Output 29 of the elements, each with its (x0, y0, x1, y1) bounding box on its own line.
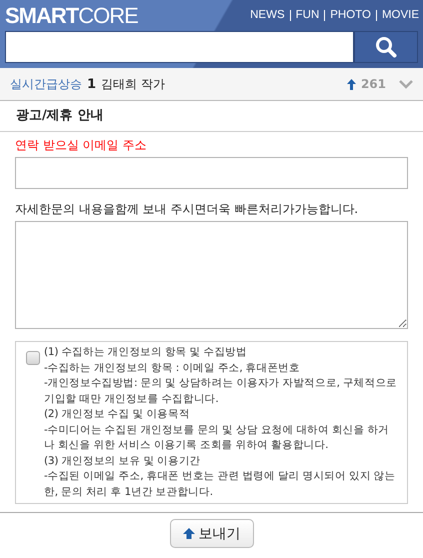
field-label: 연락 받으실 이메일 주소 (15, 137, 148, 154)
up-arrow-icon (346, 78, 356, 90)
consent-text: -개인정보수집방법: 문의 및 상담하려는 이용자가 자발적으로, 구체적으로 기입할 때만 개인정보를 수집합니다. (44, 376, 398, 406)
nav-link[interactable]: NEWS (245, 10, 290, 21)
nav-link[interactable]: FUN (290, 10, 324, 21)
search-button[interactable] (354, 31, 418, 63)
nav-link[interactable]: MOVIE (376, 10, 419, 21)
search-field[interactable] (5, 31, 354, 63)
up-arrow-icon (182, 528, 194, 539)
page-title: 광고/제휴 안내 (0, 101, 423, 132)
field-label: 자세한문의 내용을함께 보내 주시면더욱 빠른처리가가능합니다. (15, 201, 360, 218)
message-field[interactable] (15, 221, 408, 329)
email-field[interactable] (15, 157, 408, 189)
checkbox[interactable] (26, 351, 40, 365)
consent-text: (2) 개인정보 수집 및 이용목적 (44, 407, 191, 422)
trending-count: 261 (360, 77, 386, 91)
consent-text: -수집된 이메일 주소, 휴대폰 번호는 관련 법령에 달리 명시되어 있지 않는 한, 문의 처리 후 1년간 보관합니다. (44, 469, 396, 500)
send-button[interactable]: 보내기 (170, 519, 254, 548)
trending-label: 실시간급상승 (10, 76, 82, 92)
consent-text: (3) 개인정보의 보유 및 이용기간 (44, 454, 202, 468)
consent-text: -수집하는 개인정보의 항목 : 이메일 주소, 휴대폰번호 (44, 360, 301, 376)
consent-text: -수미디어는 수집된 개인정보를 문의 및 상담 요청에 대하여 회신을 하거나 회신을 위한 서비스 이용기록 조회를 위하여 활용합니다. (44, 422, 390, 453)
search-icon (375, 36, 397, 58)
trending-rank: 1 (87, 76, 96, 92)
consent-text: (1) 수집하는 개인정보의 항목 및 수집방법 (44, 345, 248, 360)
chevron-down-icon[interactable] (399, 80, 413, 88)
logo[interactable]: SMARTCORE (5, 2, 138, 28)
nav-link[interactable]: PHOTO (324, 10, 376, 21)
trending-link[interactable]: 김태희 작가 (101, 76, 165, 92)
